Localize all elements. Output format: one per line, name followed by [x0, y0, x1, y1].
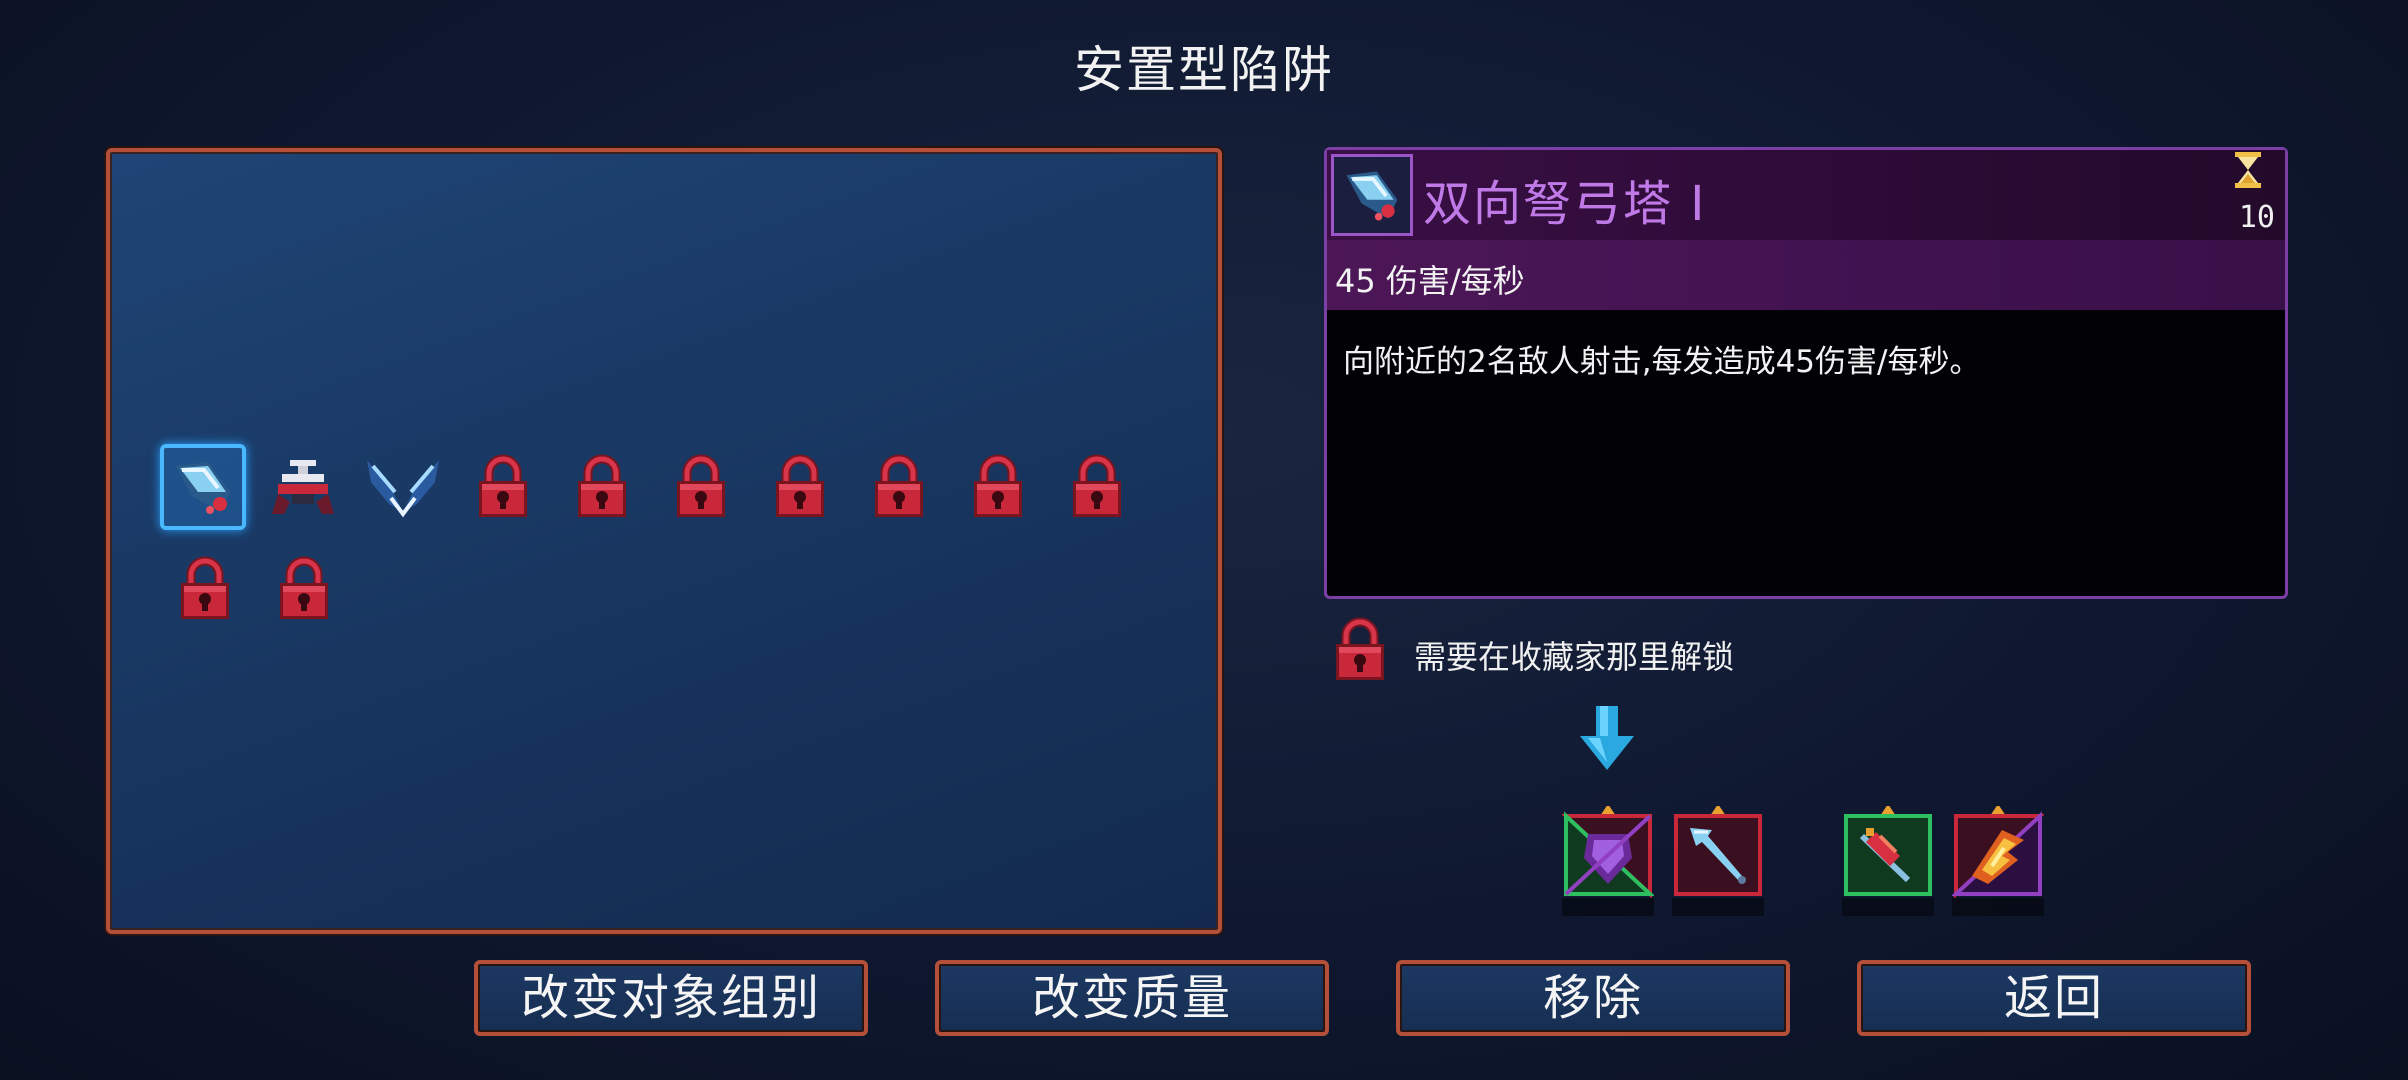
locked-slot[interactable]	[559, 444, 645, 530]
lock-icon	[1328, 610, 1392, 690]
item-stat-bar: 45 伤害/每秒	[1327, 240, 2285, 310]
cooldown-value: 10	[2238, 200, 2275, 235]
bomb-icon	[1844, 804, 1932, 896]
card-header: 双向弩弓塔 Ⅰ 10	[1327, 150, 2285, 240]
scroll-slot-2[interactable]	[1672, 804, 1764, 898]
lock-icon	[272, 555, 336, 623]
back-button[interactable]: 返回	[1857, 960, 2251, 1036]
change-group-button[interactable]: 改变对象组别	[474, 960, 868, 1036]
locked-slot[interactable]	[460, 444, 546, 530]
lock-icon	[1065, 453, 1129, 521]
crossbow-turret-icon	[176, 462, 230, 514]
hourglass-icon	[2235, 152, 2261, 188]
totem-trap-icon	[272, 460, 334, 514]
lock-icon	[570, 453, 634, 521]
down-arrow-icon	[1580, 706, 1634, 770]
scroll-slot-4[interactable]	[1950, 804, 2046, 899]
lock-icon	[471, 453, 535, 521]
scroll-slot-shadow	[1562, 898, 1654, 916]
item-name: 双向弩弓塔 Ⅰ	[1423, 176, 1707, 232]
lock-icon	[966, 453, 1030, 521]
crossbow-turret-icon	[1346, 171, 1398, 221]
lock-icon	[867, 453, 931, 521]
locked-slot[interactable]	[757, 444, 843, 530]
fire-icon	[1950, 804, 2046, 899]
page-title: 安置型陷阱	[1074, 41, 1334, 99]
item-description: 向附近的2名敌人射击,每发造成45伤害/每秒。	[1343, 344, 1981, 380]
card-item-icon	[1331, 154, 1413, 236]
scroll-slot-3[interactable]	[1842, 804, 1934, 898]
ice-arrow-icon	[1674, 804, 1762, 896]
item-detail-card: 双向弩弓塔 Ⅰ 10 45 伤害/每秒 向附近的2名敌人射击,每发造成45伤害/…	[1324, 147, 2288, 599]
locked-slot[interactable]	[856, 444, 942, 530]
trap-grid-panel	[106, 148, 1222, 934]
scroll-slot-shadow	[1842, 898, 1934, 916]
locked-slot[interactable]	[658, 444, 744, 530]
locked-slot[interactable]	[261, 546, 347, 632]
change-quality-button[interactable]: 改变质量	[935, 960, 1329, 1036]
remove-button[interactable]: 移除	[1396, 960, 1790, 1036]
locked-slot[interactable]	[162, 546, 248, 632]
item-stat: 45 伤害/每秒	[1335, 262, 1525, 300]
wing-blades-slot[interactable]	[360, 444, 446, 530]
totem-trap-slot[interactable]	[260, 444, 346, 530]
scroll-slot-shadow	[1672, 898, 1764, 916]
locked-slot[interactable]	[955, 444, 1041, 530]
trap-selection-screen: 安置型陷阱 双向弩弓塔 Ⅰ 10 45 伤害/每秒 向附近的2名敌人射击,每发造…	[0, 0, 2408, 1080]
wing-blades-icon	[367, 460, 439, 518]
scroll-slot-shadow	[1952, 898, 2044, 916]
scroll-slot-1[interactable]	[1560, 804, 1656, 899]
unlock-notice: 需要在收藏家那里解锁	[1414, 638, 1735, 676]
lock-icon	[768, 453, 832, 521]
purple-shield-icon	[1560, 804, 1656, 899]
lock-icon	[173, 555, 237, 623]
locked-slot[interactable]	[1054, 444, 1140, 530]
crossbow-turret-slot[interactable]	[160, 444, 246, 530]
lock-icon	[669, 453, 733, 521]
